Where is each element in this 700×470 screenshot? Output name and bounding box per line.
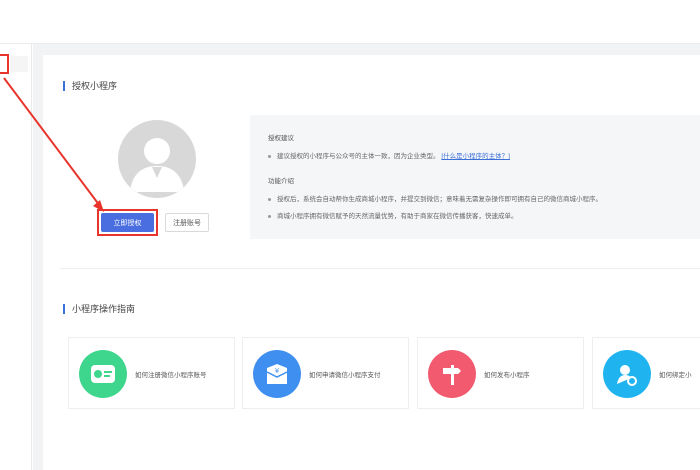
- section-accent-bar: [63, 303, 65, 314]
- section-title-guide-text: 小程序操作指南: [72, 304, 136, 314]
- sidebar-highlight-box: [0, 54, 9, 74]
- guide-label: 如何绑定小: [659, 372, 692, 379]
- signpost-icon: [443, 365, 461, 385]
- bullet-dot: [268, 214, 271, 218]
- user-link-icon: [617, 365, 637, 386]
- suggestion-line: 建议授权的小程序与公众号的主体一致，因为企业类型。 [什么是小程序的主体？]: [268, 150, 510, 160]
- svg-text:¥: ¥: [275, 367, 280, 375]
- user-silhouette-icon: [130, 138, 184, 192]
- sidebar-submenu-item[interactable]: [10, 56, 28, 72]
- feature-text-2: 商城小程序拥有微信赋予的天然流量优势，有助于商家在微信传播获客，快速成单。: [277, 213, 518, 220]
- bullet-dot: [268, 154, 271, 158]
- section-title-guide: 小程序操作指南: [63, 302, 135, 315]
- register-account-button[interactable]: 注册账号: [165, 213, 209, 232]
- feature-title: 功能介绍: [268, 178, 294, 185]
- section-accent-bar: [63, 80, 65, 91]
- section-title-authorize-text: 授权小程序: [72, 81, 118, 91]
- guide-icon-circle: [79, 350, 127, 398]
- guide-icon-circle: [603, 350, 651, 398]
- left-sidebar: [0, 44, 32, 470]
- guide-card-publish[interactable]: 如何发布小程序: [417, 337, 584, 409]
- id-card-icon: [91, 365, 115, 383]
- guide-icon-circle: ¥: [253, 350, 301, 398]
- highlight-box: [97, 209, 158, 236]
- guide-label: 如何注册微信小程序账号: [135, 372, 207, 379]
- section-divider: [60, 268, 700, 269]
- guide-card-bind[interactable]: 如何绑定小: [592, 337, 700, 409]
- feature-text-1: 授权后，系统会自动帮你生成商城小程序，并提交到微信；意味着无需复杂操作即可拥有自…: [277, 196, 602, 203]
- section-title-authorize: 授权小程序: [63, 79, 117, 92]
- guide-card-register[interactable]: 如何注册微信小程序账号: [68, 337, 235, 409]
- feature-line-2: 商城小程序拥有微信赋予的天然流量优势，有助于商家在微信传播获客，快速成单。: [268, 210, 518, 220]
- guide-label: 如何申请微信小程序支付: [309, 372, 381, 379]
- subject-help-link[interactable]: [什么是小程序的主体？]: [441, 153, 510, 160]
- bullet-dot: [268, 197, 271, 201]
- suggestion-text: 建议授权的小程序与公众号的主体一致，因为企业类型。: [277, 153, 440, 160]
- guide-card-payment[interactable]: ¥ 如何申请微信小程序支付: [242, 337, 409, 409]
- avatar-placeholder: [118, 120, 196, 198]
- guide-label: 如何发布小程序: [484, 372, 530, 379]
- guide-icon-circle: [428, 350, 476, 398]
- info-box: 授权建议 建议授权的小程序与公众号的主体一致，因为企业类型。 [什么是小程序的主…: [250, 115, 700, 239]
- suggestion-title: 授权建议: [268, 135, 294, 142]
- feature-line-1: 授权后，系统会自动帮你生成商城小程序，并提交到微信；意味着无需复杂操作即可拥有自…: [268, 193, 602, 203]
- wallet-icon: ¥: [266, 364, 288, 384]
- top-bar: [0, 0, 700, 44]
